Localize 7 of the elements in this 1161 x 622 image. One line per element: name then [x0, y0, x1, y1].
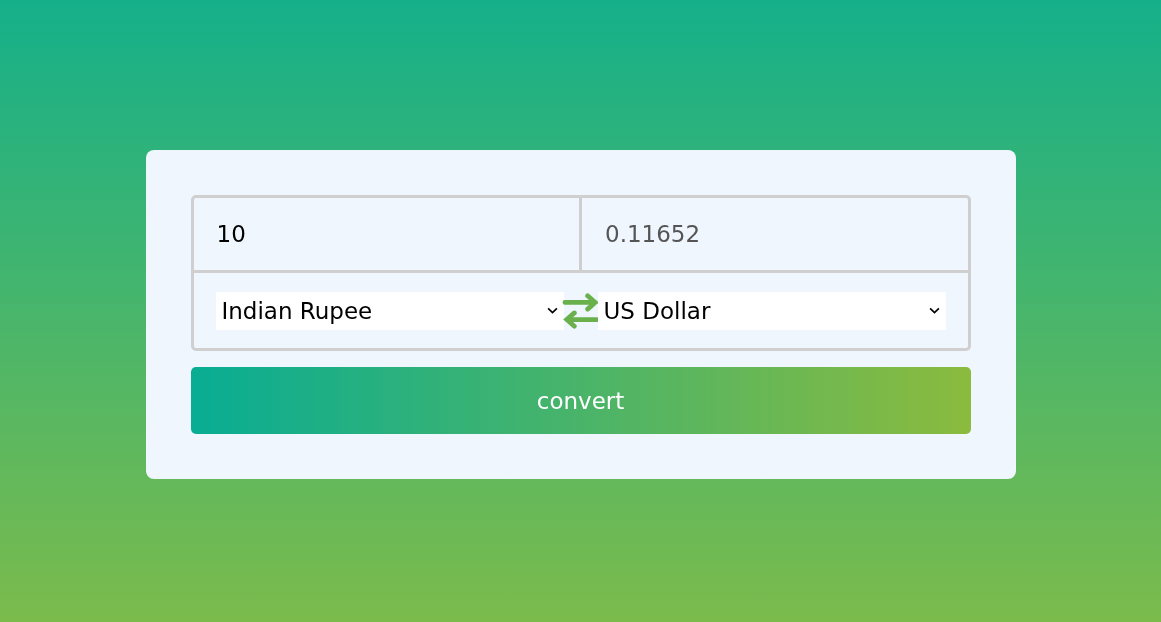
amount-field[interactable]: 10 [193, 198, 579, 270]
from-currency-select[interactable]: Indian Rupee [215, 291, 564, 330]
swap-icon[interactable] [561, 292, 600, 329]
chevron-down-icon [928, 307, 940, 314]
chevron-down-icon [546, 307, 558, 314]
to-currency-select[interactable]: US Dollar [597, 291, 946, 330]
result-field[interactable]: 0.11652 [579, 198, 968, 270]
